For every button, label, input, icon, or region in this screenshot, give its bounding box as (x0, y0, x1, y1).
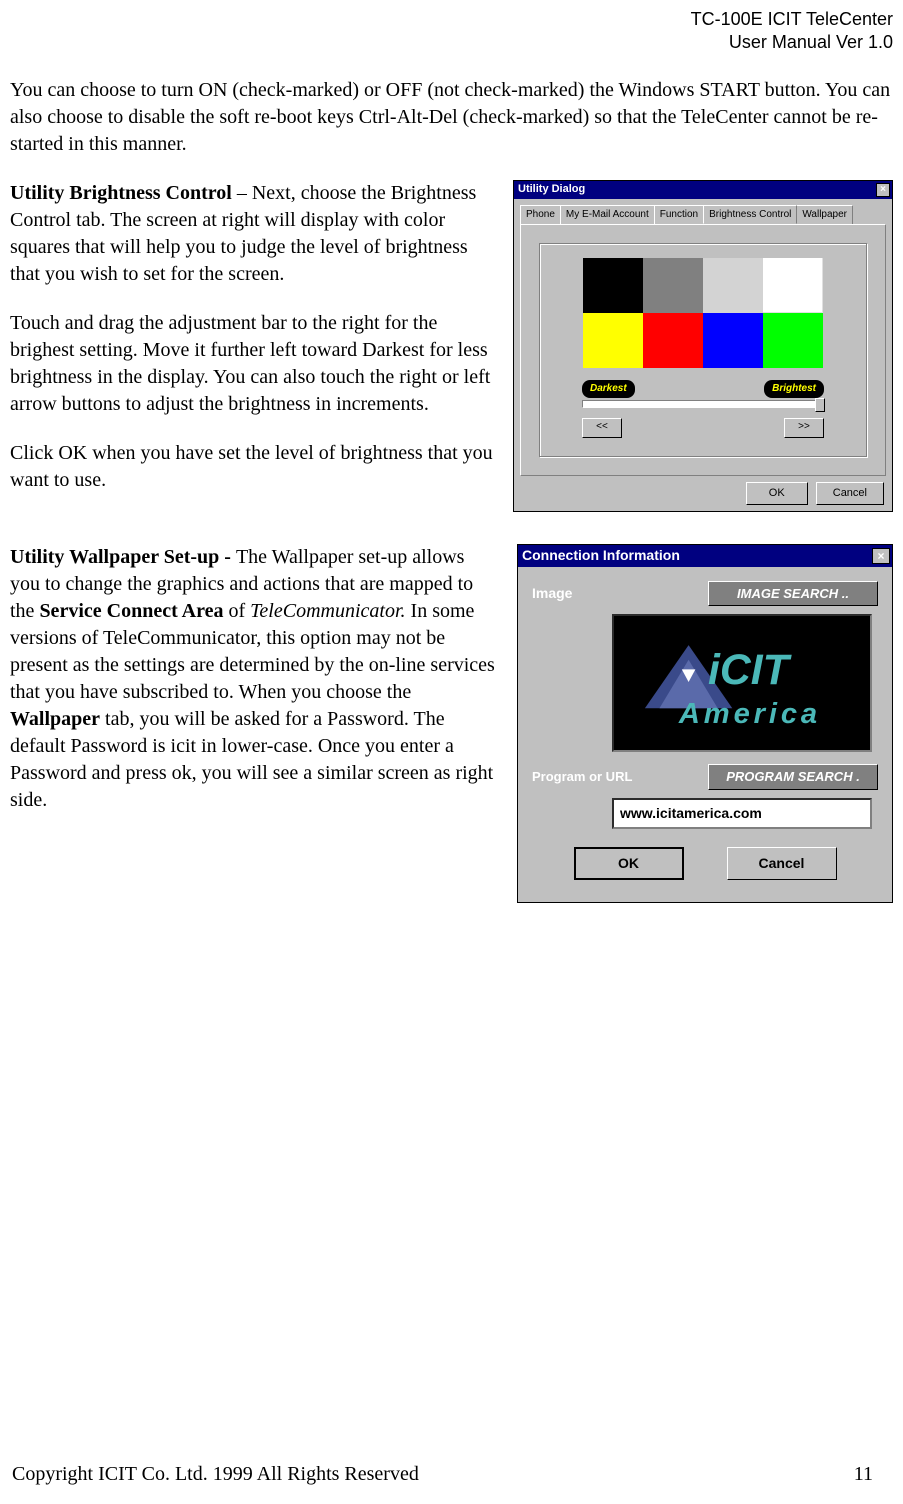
program-search-button[interactable]: PROGRAM SEARCH . (708, 764, 878, 790)
connection-dialog-buttons: OK Cancel (532, 847, 878, 888)
brightness-text: Utility Brightness Control – Next, choos… (10, 180, 493, 516)
ok-button[interactable]: OK (746, 482, 808, 505)
decrease-button[interactable]: << (582, 418, 622, 438)
ok-button[interactable]: OK (574, 847, 684, 880)
close-icon[interactable]: × (876, 183, 890, 197)
utility-dialog-window: Utility Dialog × Phone My E-Mail Account… (513, 180, 893, 512)
wallpaper-italic1: TeleCommunicator. (250, 600, 405, 622)
swatch-white (763, 258, 823, 313)
brightness-group: Darkest Brightest << >> (539, 243, 867, 457)
cancel-button[interactable]: Cancel (816, 482, 884, 505)
wallpaper-mid1: of (223, 600, 250, 622)
document-footer: Copyright ICIT Co. Ltd. 1999 All Rights … (12, 1461, 873, 1488)
tab-phone[interactable]: Phone (520, 205, 561, 225)
utility-dialog-title: Utility Dialog (518, 182, 585, 197)
icit-logo-icon: iCIT America (614, 616, 870, 750)
tab-function[interactable]: Function (654, 205, 704, 225)
program-label: Program or URL (532, 768, 632, 786)
increase-button[interactable]: >> (784, 418, 824, 438)
intro-paragraph: You can choose to turn ON (check-marked)… (10, 77, 893, 158)
wallpaper-section: Utility Wallpaper Set-up - The Wallpaper… (10, 544, 893, 903)
page-number: 11 (854, 1461, 873, 1488)
copyright: Copyright ICIT Co. Ltd. 1999 All Rights … (12, 1461, 419, 1488)
tab-wallpaper[interactable]: Wallpaper (796, 205, 853, 225)
cancel-button[interactable]: Cancel (727, 847, 837, 880)
image-row: Image IMAGE SEARCH .. (532, 581, 878, 607)
image-search-button[interactable]: IMAGE SEARCH .. (708, 581, 878, 607)
brightness-slider[interactable] (582, 400, 824, 408)
color-swatch-grid (583, 258, 823, 368)
wallpaper-heading: Utility Wallpaper Set-up - (10, 546, 236, 568)
program-row: Program or URL PROGRAM SEARCH . (532, 764, 878, 790)
brightest-label: Brightest (764, 380, 824, 398)
close-icon[interactable]: × (872, 548, 890, 564)
wallpaper-bold1: Service Connect Area (39, 600, 223, 622)
brightness-heading: Utility Brightness Control (10, 182, 232, 204)
connection-dialog-titlebar: Connection Information × (518, 545, 892, 567)
image-label: Image (532, 584, 572, 603)
swatch-green (763, 313, 823, 368)
brightness-p3: Click OK when you have set the level of … (10, 440, 493, 494)
darkest-label: Darkest (582, 380, 635, 398)
slider-thumb[interactable] (815, 398, 825, 412)
tab-email[interactable]: My E-Mail Account (560, 205, 655, 225)
wallpaper-text: Utility Wallpaper Set-up - The Wallpaper… (10, 544, 497, 836)
arrow-buttons: << >> (582, 418, 824, 438)
swatch-lightgray (703, 258, 763, 313)
header-line-1: TC-100E ICIT TeleCenter (10, 8, 893, 31)
swatch-black (583, 258, 643, 313)
utility-dialog-tabs: Phone My E-Mail Account Function Brightn… (514, 199, 892, 225)
url-input[interactable]: www.icitamerica.com (612, 798, 872, 829)
swatch-blue (703, 313, 763, 368)
slider-labels: Darkest Brightest (582, 380, 824, 398)
brightness-p2: Touch and drag the adjustment bar to the… (10, 310, 493, 418)
wallpaper-bold2: Wallpaper (10, 708, 100, 730)
image-preview: iCIT America (612, 614, 872, 752)
utility-dialog-buttons: OK Cancel (514, 482, 892, 511)
tab-brightness[interactable]: Brightness Control (703, 205, 797, 225)
brightness-p1: Utility Brightness Control – Next, choos… (10, 180, 493, 288)
connection-dialog-window: Connection Information × Image IMAGE SEA… (517, 544, 893, 903)
connection-dialog-title: Connection Information (522, 546, 680, 565)
utility-dialog-body: Darkest Brightest << >> (520, 224, 886, 476)
utility-dialog-titlebar: Utility Dialog × (514, 181, 892, 199)
swatch-yellow (583, 313, 643, 368)
connection-dialog-figure: Connection Information × Image IMAGE SEA… (517, 544, 893, 903)
swatch-red (643, 313, 703, 368)
wallpaper-paragraph: Utility Wallpaper Set-up - The Wallpaper… (10, 544, 497, 814)
brightness-section: Utility Brightness Control – Next, choos… (10, 180, 893, 516)
connection-dialog-body: Image IMAGE SEARCH .. iCIT America Progr… (518, 567, 892, 902)
svg-text:America: America (678, 698, 821, 730)
header-line-2: User Manual Ver 1.0 (10, 31, 893, 54)
document-header: TC-100E ICIT TeleCenter User Manual Ver … (10, 8, 893, 55)
svg-text:iCIT: iCIT (708, 646, 793, 694)
swatch-gray (643, 258, 703, 313)
utility-dialog-figure: Utility Dialog × Phone My E-Mail Account… (513, 180, 893, 512)
